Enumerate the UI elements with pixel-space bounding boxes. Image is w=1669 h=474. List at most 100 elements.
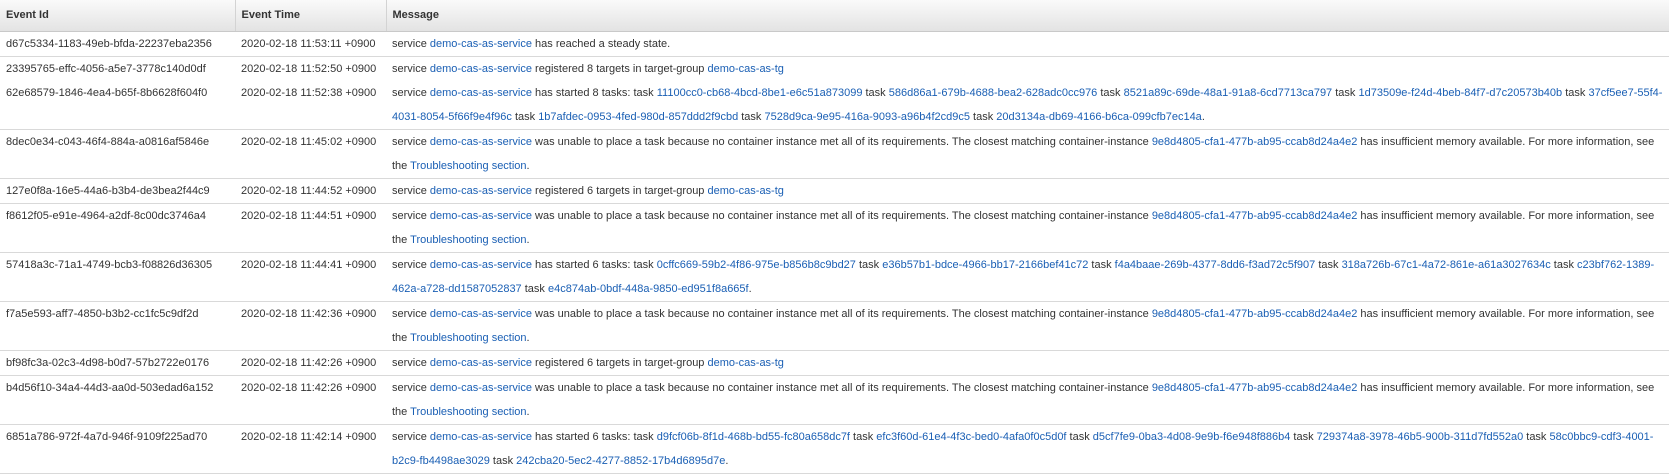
- message-link[interactable]: demo-cas-as-service: [430, 259, 532, 271]
- message-text: task: [1088, 258, 1115, 271]
- message-link[interactable]: 11100cc0-cb68-4bcd-8be1-e6c51a873099: [657, 87, 863, 99]
- message-link[interactable]: 9e8d4805-cfa1-477b-ab95-ccab8d24a4e2: [1152, 136, 1358, 148]
- message-link[interactable]: demo-cas-as-tg: [707, 357, 783, 369]
- event-id-cell: 127e0f8a-16e5-44a6-b3b4-de3bea2f44c9: [0, 178, 235, 204]
- message-link[interactable]: Troubleshooting section: [410, 234, 526, 246]
- message-text: service: [392, 430, 430, 443]
- event-time-cell: 2020-02-18 11:42:26 +0900: [235, 350, 386, 376]
- message-link[interactable]: demo-cas-as-tg: [707, 63, 783, 75]
- message-text: .: [725, 454, 729, 467]
- message-link[interactable]: Troubleshooting section: [410, 332, 526, 344]
- message-text: has reached a steady state.: [532, 37, 671, 50]
- message-text: task: [970, 110, 997, 123]
- message-link[interactable]: demo-cas-as-service: [430, 357, 532, 369]
- message-cell: service demo-cas-as-service has started …: [386, 252, 1669, 302]
- message-text: was unable to place a task because no co…: [532, 307, 1152, 320]
- table-row: d67c5334-1183-49eb-bfda-22237eba2356 2020…: [0, 31, 1669, 57]
- message-link[interactable]: d9fcf06b-8f1d-468b-bd55-fc80a658dc7f: [657, 431, 850, 443]
- events-table-body: d67c5334-1183-49eb-bfda-22237eba2356 2020…: [0, 31, 1669, 474]
- message-cell: service demo-cas-as-service has started …: [386, 80, 1669, 130]
- message-text: service: [392, 209, 430, 222]
- message-text: .: [748, 282, 752, 295]
- table-row: 57418a3c-71a1-4749-bcb3-f08826d36305 2020…: [0, 252, 1669, 302]
- event-id-cell: f7a5e593-aff7-4850-b3b2-cc1fc5c9df2d: [0, 301, 235, 351]
- message-text: task: [489, 454, 517, 467]
- message-link[interactable]: 242cba20-5ec2-4277-8852-17b4d6895d7e: [516, 455, 725, 467]
- message-text: registered 6 targets in target-group: [532, 356, 708, 369]
- message-text: service: [392, 86, 430, 99]
- message-link[interactable]: Troubleshooting section: [410, 406, 526, 418]
- message-link[interactable]: demo-cas-as-service: [430, 185, 532, 197]
- message-link[interactable]: 1d73509e-f24d-4beb-84f7-d7c20573b40b: [1358, 87, 1562, 99]
- message-text: service: [392, 258, 430, 271]
- message-text: service: [392, 62, 430, 75]
- table-row: 6851a786-972f-4a7d-946f-9109f225ad70 2020…: [0, 424, 1669, 474]
- message-link[interactable]: demo-cas-as-service: [430, 87, 532, 99]
- message-link[interactable]: e4c874ab-0bdf-448a-9850-ed951f8a665f: [548, 283, 749, 295]
- message-link[interactable]: demo-cas-as-service: [430, 431, 532, 443]
- message-link[interactable]: 8521a89c-69de-48a1-91a8-6cd7713ca797: [1124, 87, 1333, 99]
- message-link[interactable]: 9e8d4805-cfa1-477b-ab95-ccab8d24a4e2: [1152, 210, 1358, 222]
- message-cell: service demo-cas-as-service was unable t…: [386, 203, 1669, 253]
- message-text: was unable to place a task because no co…: [532, 381, 1152, 394]
- event-time-cell: 2020-02-18 11:42:14 +0900: [235, 424, 386, 474]
- message-link[interactable]: demo-cas-as-service: [430, 38, 532, 50]
- message-text: service: [392, 307, 430, 320]
- message-text: task: [1315, 258, 1342, 271]
- message-link[interactable]: 318a726b-67c1-4a72-861e-a61a3027634c: [1342, 259, 1551, 271]
- message-link[interactable]: Troubleshooting section: [410, 160, 526, 172]
- message-link[interactable]: d5cf7fe9-0ba3-4d08-9e9b-f6e948f886b4: [1093, 431, 1291, 443]
- message-text: .: [526, 233, 530, 246]
- message-link[interactable]: 20d3134a-db69-4166-b6ca-099cfb7ec14a: [996, 111, 1202, 123]
- message-text: service: [392, 381, 430, 394]
- message-text: has started 6 tasks: task: [532, 258, 657, 271]
- message-link[interactable]: efc3f60d-61e4-4f3c-bed0-4afa0f0c5d0f: [876, 431, 1066, 443]
- event-id-cell: 8dec0e34-c043-46f4-884a-a0816af5846e: [0, 129, 235, 179]
- events-table-header: Event Id Event Time Message: [0, 0, 1669, 32]
- message-text: task: [738, 110, 765, 123]
- message-link[interactable]: f4a4baae-269b-4377-8dd6-f3ad72c5f907: [1115, 259, 1316, 271]
- message-link[interactable]: 9e8d4805-cfa1-477b-ab95-ccab8d24a4e2: [1152, 308, 1358, 320]
- message-link[interactable]: demo-cas-as-service: [430, 63, 532, 75]
- message-link[interactable]: 1b7afdec-0953-4fed-980d-857ddd2f9cbd: [538, 111, 738, 123]
- event-id-cell: 57418a3c-71a1-4749-bcb3-f08826d36305: [0, 252, 235, 302]
- message-link[interactable]: 7528d9ca-9e95-416a-9093-a96b4f2cd9c5: [764, 111, 970, 123]
- column-header-message[interactable]: Message: [386, 0, 1669, 32]
- message-cell: service demo-cas-as-service has reached …: [386, 31, 1669, 57]
- event-time-cell: 2020-02-18 11:52:38 +0900: [235, 80, 386, 130]
- message-link[interactable]: 586d86a1-679b-4688-bea2-628adc0cc976: [889, 87, 1098, 99]
- message-link[interactable]: demo-cas-as-service: [430, 308, 532, 320]
- table-row: f7a5e593-aff7-4850-b3b2-cc1fc5c9df2d 2020…: [0, 301, 1669, 351]
- message-link[interactable]: e36b57b1-bdce-4966-bb17-2166bef41c72: [882, 259, 1088, 271]
- message-link[interactable]: 9e8d4805-cfa1-477b-ab95-ccab8d24a4e2: [1152, 382, 1358, 394]
- table-row: 8dec0e34-c043-46f4-884a-a0816af5846e 2020…: [0, 129, 1669, 179]
- message-cell: service demo-cas-as-service has started …: [386, 424, 1669, 474]
- message-link[interactable]: demo-cas-as-service: [430, 382, 532, 394]
- event-time-cell: 2020-02-18 11:42:26 +0900: [235, 375, 386, 425]
- message-text: task: [511, 110, 539, 123]
- message-text: task: [1066, 430, 1093, 443]
- message-text: task: [1097, 86, 1124, 99]
- message-text: task: [1523, 430, 1550, 443]
- message-link[interactable]: 729374a8-3978-46b5-900b-311d7fd552a0: [1317, 431, 1524, 443]
- message-link[interactable]: demo-cas-as-service: [430, 136, 532, 148]
- event-time-cell: 2020-02-18 11:44:41 +0900: [235, 252, 386, 302]
- message-cell: service demo-cas-as-service was unable t…: [386, 375, 1669, 425]
- message-text: was unable to place a task because no co…: [532, 209, 1152, 222]
- event-id-cell: b4d56f10-34a4-44d3-aa0d-503edad6a152: [0, 375, 235, 425]
- message-text: task: [855, 258, 883, 271]
- column-header-event-time[interactable]: Event Time: [235, 0, 387, 32]
- event-time-cell: 2020-02-18 11:53:11 +0900: [235, 31, 386, 57]
- message-text: .: [526, 159, 530, 172]
- message-link[interactable]: demo-cas-as-tg: [707, 185, 783, 197]
- event-id-cell: bf98fc3a-02c3-4d98-b0d7-57b2722e0176: [0, 350, 235, 376]
- message-text: service: [392, 356, 430, 369]
- message-link[interactable]: 0cffc669-59b2-4f86-975e-b856b8c9bd27: [657, 259, 856, 271]
- event-time-cell: 2020-02-18 11:42:36 +0900: [235, 301, 386, 351]
- event-time-cell: 2020-02-18 11:44:51 +0900: [235, 203, 386, 253]
- message-link[interactable]: demo-cas-as-service: [430, 210, 532, 222]
- message-text: .: [526, 331, 530, 344]
- column-header-event-id[interactable]: Event Id: [0, 0, 236, 32]
- table-row: f8612f05-e91e-4964-a2df-8c00dc3746a4 2020…: [0, 203, 1669, 253]
- events-table: Event Id Event Time Message d67c5334-118…: [0, 0, 1669, 474]
